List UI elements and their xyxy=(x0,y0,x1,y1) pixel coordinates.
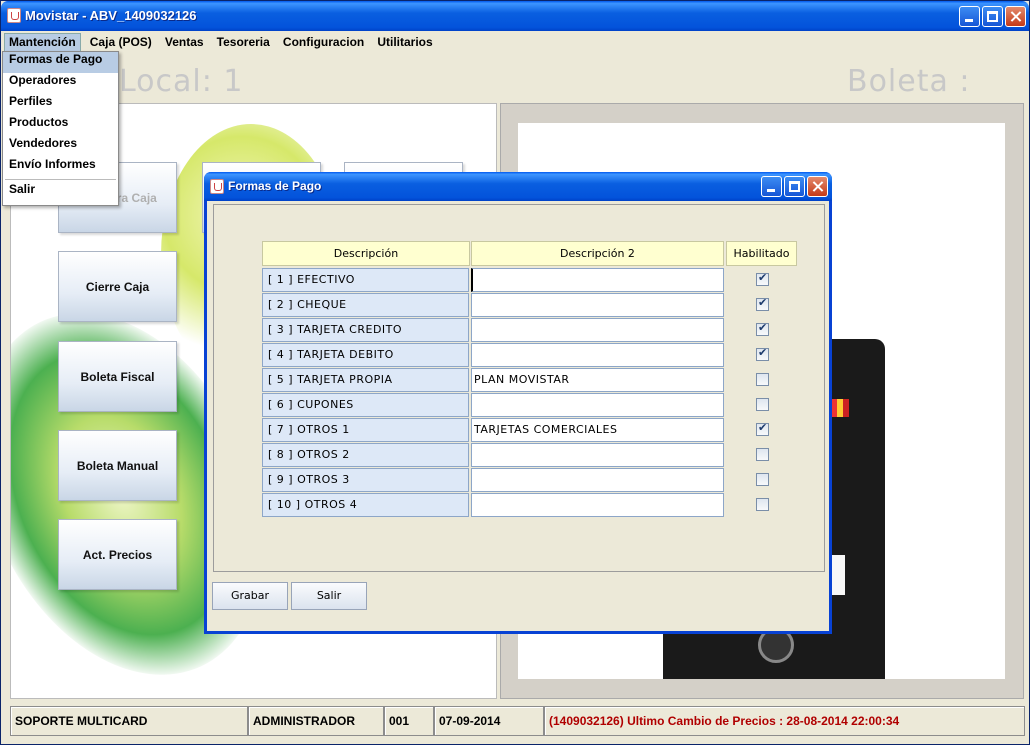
row-description-2-field[interactable] xyxy=(471,343,724,367)
local-label: Local: 1 xyxy=(119,64,244,99)
column-header-descripcion: Descripción xyxy=(262,241,470,266)
status-code: 001 xyxy=(384,706,434,736)
minimize-button[interactable] xyxy=(959,6,980,27)
menu-item-salir[interactable]: Salir xyxy=(3,182,118,203)
row-description-2-field[interactable] xyxy=(471,493,724,517)
menu-item-operadores[interactable]: Operadores xyxy=(3,73,118,94)
row-description: [ 5 ] TARJETA PROPIA xyxy=(262,368,469,392)
main-titlebar[interactable]: Movistar - ABV_1409032126 xyxy=(1,1,1029,31)
java-icon xyxy=(7,8,21,23)
row-description: [ 1 ] EFECTIVO xyxy=(262,268,469,292)
window-title: Movistar - ABV_1409032126 xyxy=(25,8,197,23)
menu-item-perfiles[interactable]: Perfiles xyxy=(3,94,118,115)
boleta-manual-button[interactable]: Boleta Manual xyxy=(58,430,177,501)
row-description: [ 9 ] OTROS 3 xyxy=(262,468,469,492)
maximize-icon xyxy=(789,181,800,192)
dialog-maximize-button[interactable] xyxy=(784,176,805,197)
row-description: [ 7 ] OTROS 1 xyxy=(262,418,469,442)
menu-mantencion[interactable]: Mantención xyxy=(4,33,81,52)
row-habilitado-checkbox[interactable] xyxy=(756,498,769,511)
row-description: [ 6 ] CUPONES xyxy=(262,393,469,417)
maximize-icon xyxy=(987,11,998,22)
row-description-2-field[interactable] xyxy=(471,268,724,292)
row-description-2-field[interactable]: TARJETAS COMERCIALES xyxy=(471,418,724,442)
java-icon xyxy=(210,179,224,194)
menu-item-envio-informes[interactable]: Envío Informes xyxy=(3,157,118,178)
row-habilitado-checkbox[interactable] xyxy=(756,271,769,286)
mantencion-dropdown: Formas de Pago Operadores Perfiles Produ… xyxy=(2,51,119,206)
row-habilitado-checkbox[interactable] xyxy=(756,398,769,411)
row-habilitado-checkbox[interactable] xyxy=(756,346,769,361)
row-description: [ 3 ] TARJETA CREDITO xyxy=(262,318,469,342)
minimize-icon xyxy=(965,19,973,22)
dialog-titlebar[interactable]: Formas de Pago xyxy=(204,172,832,201)
row-habilitado-checkbox[interactable] xyxy=(756,321,769,336)
grabar-button[interactable]: Grabar xyxy=(212,582,288,610)
row-description-2-field[interactable] xyxy=(471,443,724,467)
row-description-2-field[interactable] xyxy=(471,393,724,417)
row-habilitado-checkbox[interactable] xyxy=(756,473,769,486)
payment-methods-table: Descripción Descripción 2 Habilitado [ 1… xyxy=(213,204,825,572)
column-header-descripcion-2: Descripción 2 xyxy=(471,241,724,266)
status-user: ADMINISTRADOR xyxy=(248,706,384,736)
salir-button[interactable]: Salir xyxy=(291,582,367,610)
column-header-habilitado: Habilitado xyxy=(726,241,797,266)
row-habilitado-checkbox[interactable] xyxy=(756,421,769,436)
row-description: [ 2 ] CHEQUE xyxy=(262,293,469,317)
row-description: [ 10 ] OTROS 4 xyxy=(262,493,469,517)
boleta-fiscal-button[interactable]: Boleta Fiscal xyxy=(58,341,177,412)
row-description-2-field[interactable]: PLAN MOVISTAR xyxy=(471,368,724,392)
formas-de-pago-dialog: Formas de Pago Descripción Descripción 2… xyxy=(204,172,832,634)
minimize-icon xyxy=(767,189,775,192)
menu-separator xyxy=(5,179,116,180)
status-date: 07-09-2014 xyxy=(434,706,544,736)
row-description: [ 8 ] OTROS 2 xyxy=(262,443,469,467)
menu-item-formas-de-pago[interactable]: Formas de Pago xyxy=(3,52,118,73)
row-description-2-field[interactable] xyxy=(471,293,724,317)
dialog-minimize-button[interactable] xyxy=(761,176,782,197)
menu-item-vendedores[interactable]: Vendedores xyxy=(3,136,118,157)
row-habilitado-checkbox[interactable] xyxy=(756,373,769,386)
row-habilitado-checkbox[interactable] xyxy=(756,296,769,311)
row-description-2-field[interactable] xyxy=(471,318,724,342)
dialog-close-button[interactable] xyxy=(807,176,828,197)
menu-item-productos[interactable]: Productos xyxy=(3,115,118,136)
phone-screen-logo xyxy=(831,399,849,417)
status-company: SOPORTE MULTICARD xyxy=(10,706,248,736)
row-habilitado-checkbox[interactable] xyxy=(756,448,769,461)
row-description: [ 4 ] TARJETA DEBITO xyxy=(262,343,469,367)
act-precios-button[interactable]: Act. Precios xyxy=(58,519,177,590)
row-description-2-field[interactable] xyxy=(471,468,724,492)
close-button[interactable] xyxy=(1005,6,1026,27)
maximize-button[interactable] xyxy=(982,6,1003,27)
cierre-caja-button[interactable]: Cierre Caja xyxy=(58,251,177,322)
status-message: (1409032126) Ultimo Cambio de Precios : … xyxy=(544,706,1025,736)
dialog-title: Formas de Pago xyxy=(228,179,322,193)
statusbar: SOPORTE MULTICARD ADMINISTRADOR 001 07-0… xyxy=(4,703,1026,741)
menubar: Mantención Caja (POS) Ventas Tesoreria C… xyxy=(4,31,1026,52)
